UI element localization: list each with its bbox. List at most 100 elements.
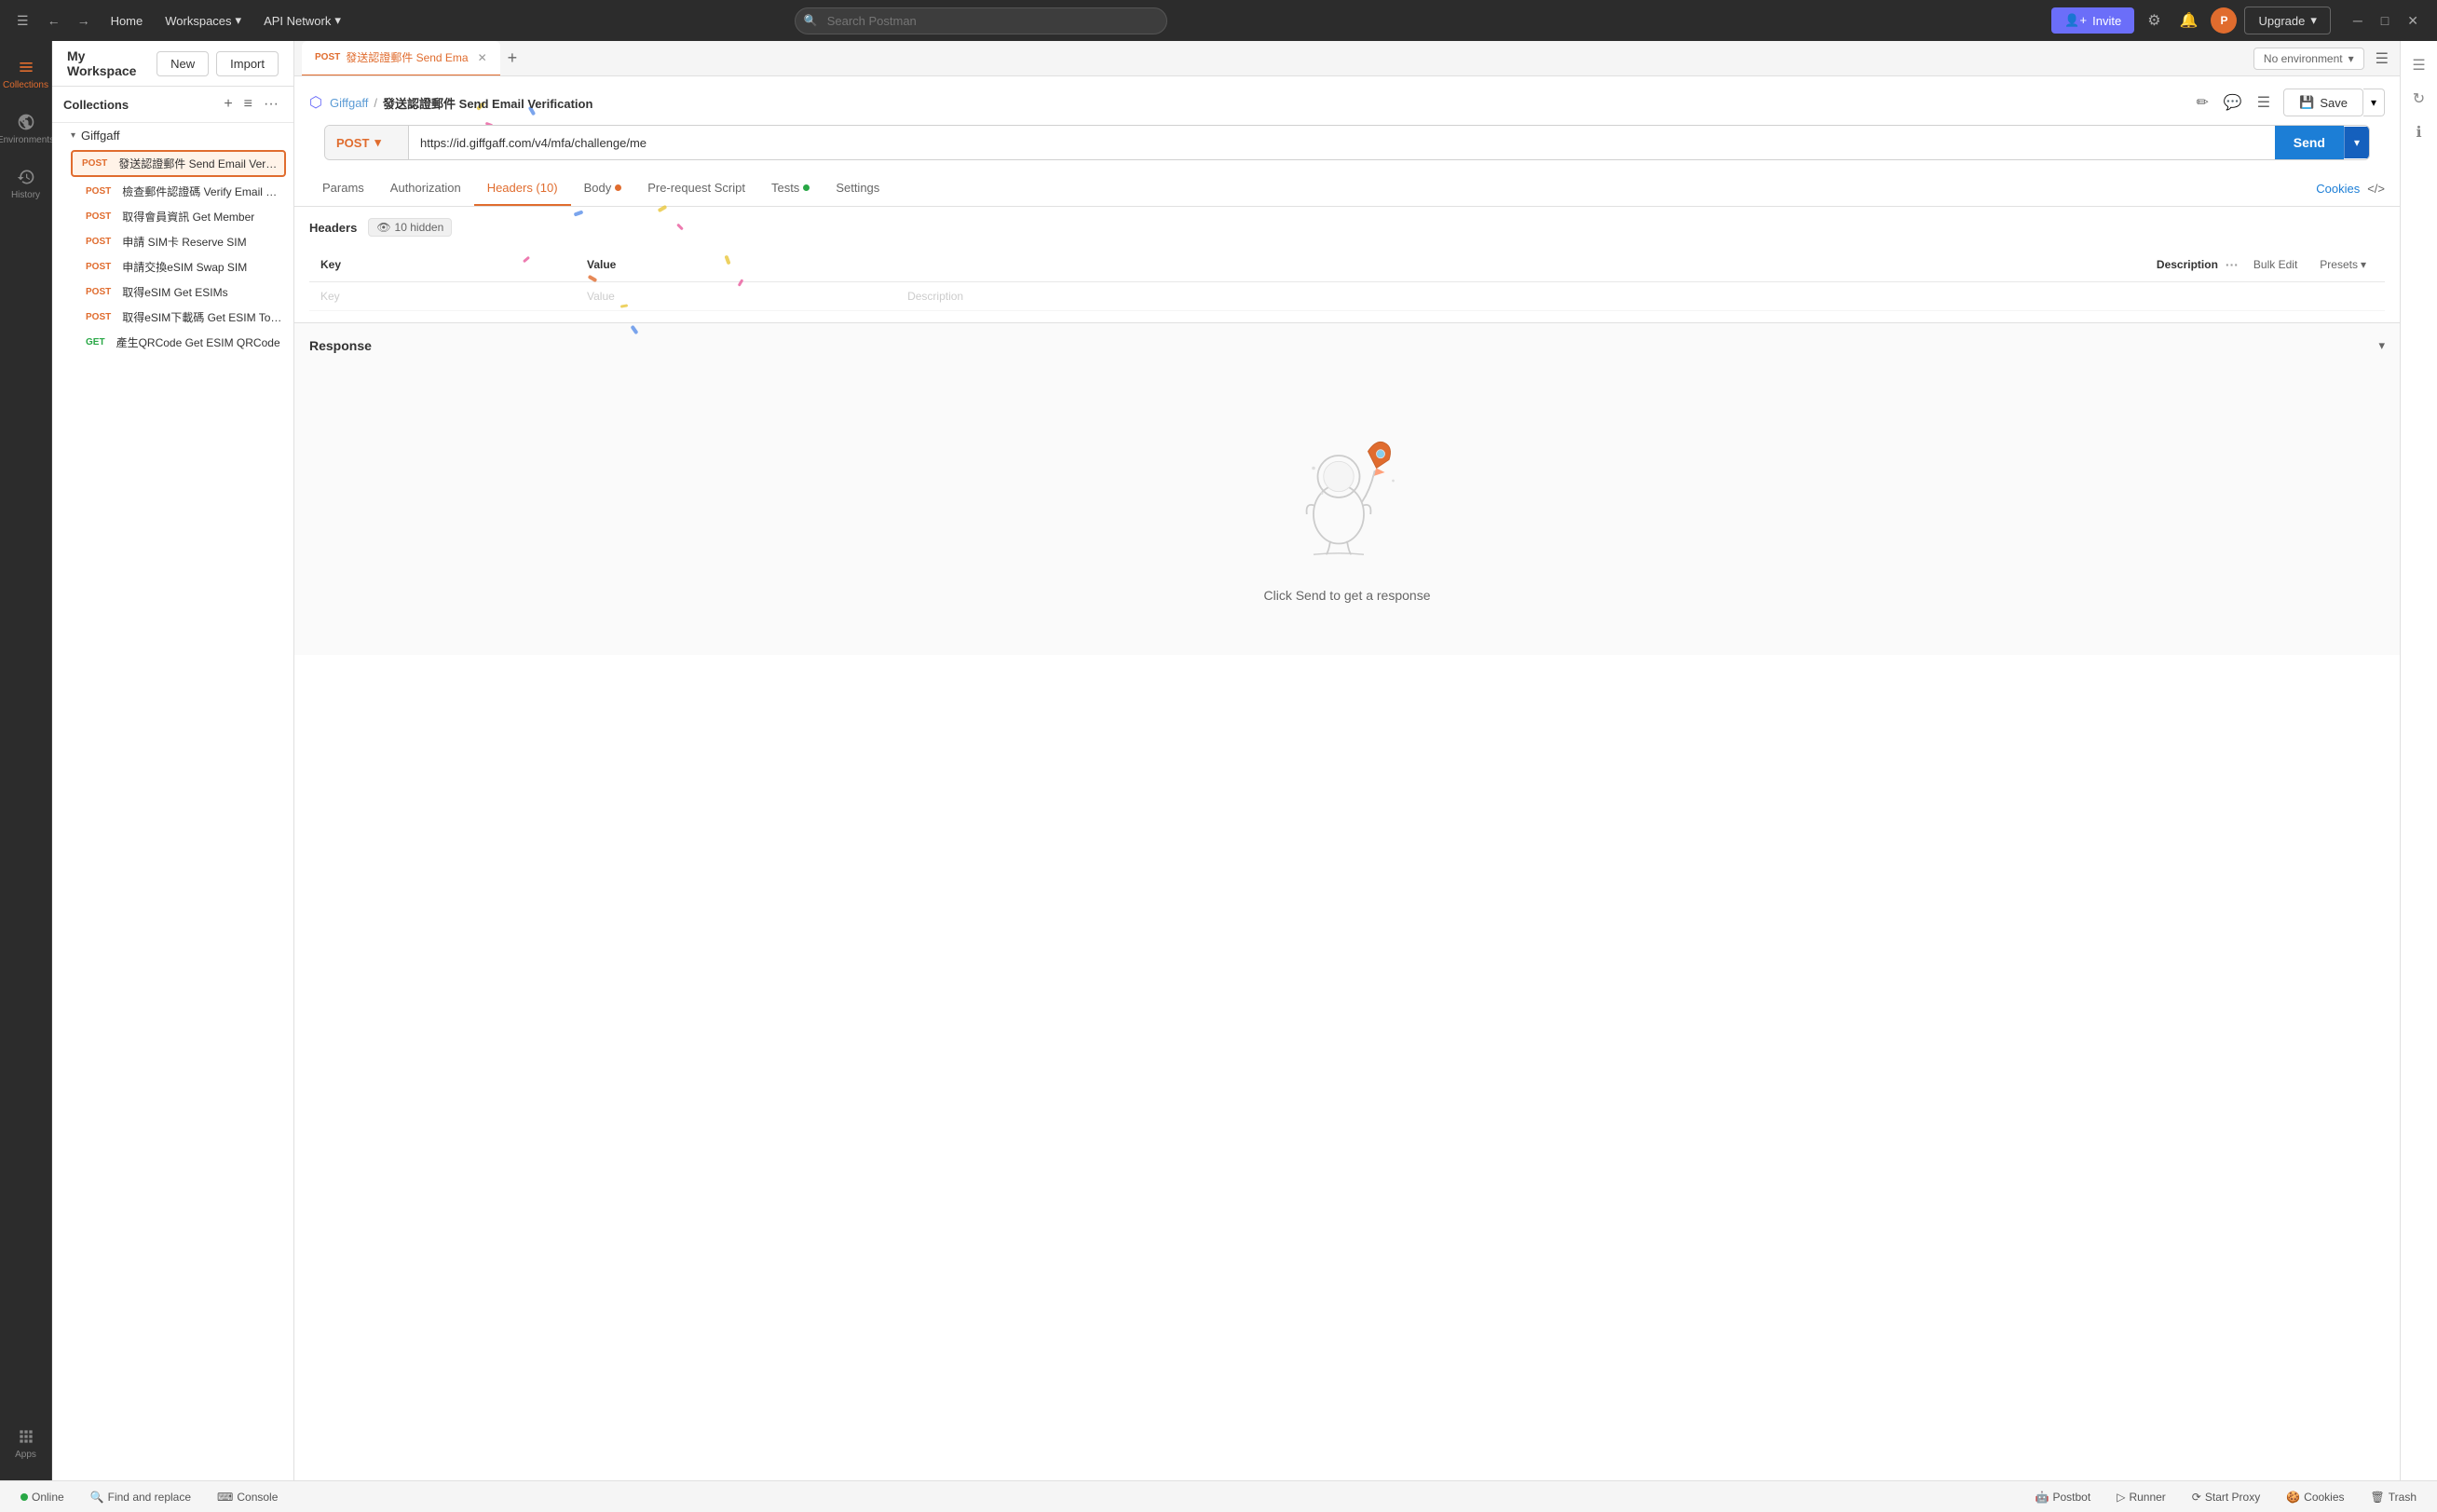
notification-button[interactable]: 🔔 <box>2174 6 2204 35</box>
online-status[interactable]: Online <box>15 1489 70 1505</box>
breadcrumb-area: ⬡ Giffgaff / 發送認證郵件 Send Email Verificat… <box>294 76 2400 125</box>
right-info-button[interactable]: ℹ <box>2408 116 2429 149</box>
tab-params[interactable]: Params <box>309 171 377 206</box>
search-input[interactable] <box>795 7 1167 34</box>
upgrade-button[interactable]: Upgrade ▾ <box>2244 7 2330 34</box>
request-item-4[interactable]: POST 申請交換eSIM Swap SIM <box>52 254 293 279</box>
titlebar: ☰ ← → Home Workspaces ▾ API Network ▾ 👤+… <box>0 0 2437 41</box>
cookies-link[interactable]: Cookies <box>2316 182 2360 196</box>
save-button[interactable]: 💾 Save <box>2283 89 2363 116</box>
tab-pre-request[interactable]: Pre-request Script <box>634 171 758 206</box>
sidebar-item-apps[interactable]: Apps <box>4 1418 48 1469</box>
more-options-icon[interactable]: ··· <box>2226 257 2239 272</box>
tab-tests[interactable]: Tests <box>758 171 823 206</box>
chevron-down-icon: ▾ <box>2310 13 2317 28</box>
sidebar-icons: Collections Environments History Apps <box>0 41 52 1480</box>
body-indicator-dot <box>615 184 621 191</box>
request-item-7[interactable]: GET 產生QRCode Get ESIM QRCode <box>52 330 293 355</box>
bulk-edit-button[interactable]: Bulk Edit <box>2246 255 2305 274</box>
request-item-0[interactable]: POST 發送認證郵件 Send Email Verifi... <box>71 150 286 177</box>
maximize-button[interactable]: □ <box>2374 9 2396 33</box>
url-bar-container: POST ▾ Send ▾ <box>294 125 2400 171</box>
add-tab-button[interactable]: + <box>500 45 525 72</box>
save-button-group: 💾 Save ▾ <box>2283 89 2385 116</box>
request-item-5[interactable]: POST 取得eSIM Get ESIMs <box>52 279 293 305</box>
environment-panel-button[interactable]: ☰ <box>2372 46 2392 72</box>
request-name: 取得會員資訊 Get Member <box>122 209 254 225</box>
import-button[interactable]: Import <box>216 51 279 76</box>
right-panel-toggle-button[interactable]: ☰ <box>2404 48 2432 82</box>
sidebar-item-history[interactable]: History <box>4 158 48 210</box>
request-item-6[interactable]: POST 取得eSIM下載碼 Get ESIM Token <box>52 305 293 330</box>
right-refresh-button[interactable]: ↻ <box>2405 82 2432 116</box>
avatar[interactable]: P <box>2211 7 2237 34</box>
request-name: 檢查郵件認證碼 Verify Email code <box>122 184 282 199</box>
api-network-button[interactable]: API Network ▾ <box>256 9 348 32</box>
environments-icon <box>17 113 35 131</box>
add-collection-button[interactable]: + <box>220 94 236 115</box>
url-input[interactable] <box>409 127 2275 159</box>
hidden-headers-badge[interactable]: 👁 10 hidden <box>368 218 452 237</box>
start-proxy-button[interactable]: ⟳ Start Proxy <box>2186 1489 2266 1505</box>
home-button[interactable]: Home <box>103 10 151 32</box>
tab-method: POST <box>315 52 340 62</box>
save-dropdown-button[interactable]: ▾ <box>2363 89 2385 116</box>
new-button[interactable]: New <box>157 51 209 76</box>
response-header: Response ▾ <box>309 338 2385 353</box>
sidebar-item-environments[interactable]: Environments <box>4 103 48 155</box>
response-chevron-icon[interactable]: ▾ <box>2378 338 2385 353</box>
comment-button[interactable]: 💬 <box>2218 88 2248 117</box>
invite-button[interactable]: 👤+ Invite <box>2051 7 2134 34</box>
runner-button[interactable]: ▷ Runner <box>2111 1489 2172 1505</box>
back-button[interactable]: ← <box>42 9 66 32</box>
cookies-button[interactable]: 🍪 Cookies <box>2280 1489 2349 1505</box>
close-button[interactable]: ✕ <box>2400 9 2426 33</box>
tab-settings[interactable]: Settings <box>823 171 892 206</box>
headers-table-head: Key Value Description ··· Bulk Edit Pres… <box>309 248 2385 282</box>
edit-button[interactable]: ✏ <box>2190 88 2213 117</box>
chevron-down-icon: ▾ <box>71 130 75 141</box>
forward-button[interactable]: → <box>72 9 96 32</box>
sidebar-item-collections[interactable]: Collections <box>4 48 48 100</box>
header-actions: Description ··· Bulk Edit Presets ▾ <box>907 255 2374 274</box>
postbot-button[interactable]: 🤖 Postbot <box>2030 1489 2097 1505</box>
send-dropdown-button[interactable]: ▾ <box>2344 127 2369 158</box>
workspaces-button[interactable]: Workspaces ▾ <box>157 9 249 32</box>
sidebar-right-button[interactable]: ☰ <box>2252 88 2276 117</box>
request-item-2[interactable]: POST 取得會員資訊 Get Member <box>52 204 293 229</box>
settings-button[interactable]: ⚙ <box>2142 6 2166 35</box>
code-icon[interactable]: </> <box>2367 182 2385 196</box>
presets-button[interactable]: Presets ▾ <box>2312 255 2374 274</box>
headers-section: Headers 👁 10 hidden Key Value De <box>294 207 2400 322</box>
minimize-button[interactable]: ─ <box>2346 9 2370 33</box>
description-column-header: Description ··· Bulk Edit Presets ▾ <box>896 248 2385 282</box>
method-badge: POST <box>82 311 115 323</box>
right-panel: ☰ ↻ ℹ <box>2400 41 2437 1480</box>
status-bar-right: 🤖 Postbot ▷ Runner ⟳ Start Proxy 🍪 Cooki… <box>2030 1489 2422 1505</box>
request-item-3[interactable]: POST 申請 SIM卡 Reserve SIM <box>52 229 293 254</box>
sort-collections-button[interactable]: ≡ <box>240 94 256 115</box>
collection-name: Giffgaff <box>81 129 119 143</box>
value-cell: Value <box>576 282 896 311</box>
active-request-tab[interactable]: POST 發送認證郵件 Send Ema ✕ <box>302 41 500 76</box>
chevron-down-icon: ▾ <box>2361 258 2366 271</box>
request-item-1[interactable]: POST 檢查郵件認證碼 Verify Email code <box>52 179 293 204</box>
breadcrumb-collection-link[interactable]: Giffgaff <box>330 96 368 110</box>
cookies-icon: 🍪 <box>2286 1491 2300 1504</box>
method-selector[interactable]: POST ▾ <box>325 126 409 159</box>
more-options-button[interactable]: ··· <box>260 94 282 115</box>
tab-body[interactable]: Body <box>571 171 635 206</box>
collection-giffgaff[interactable]: ▾ Giffgaff <box>52 123 293 148</box>
request-name: 發送認證郵件 Send Email Verifi... <box>118 156 279 171</box>
env-dropdown[interactable]: No environment ▾ <box>2253 48 2364 70</box>
tab-headers[interactable]: Headers (10) <box>474 171 571 206</box>
breadcrumb-actions: ✏ 💬 ☰ <box>2190 88 2276 117</box>
hamburger-menu-button[interactable]: ☰ <box>11 9 34 33</box>
console-button[interactable]: ⌨ Console <box>211 1489 283 1505</box>
find-replace-button[interactable]: 🔍 Find and replace <box>85 1489 197 1505</box>
tab-close-icon[interactable]: ✕ <box>478 51 487 64</box>
send-button[interactable]: Send <box>2275 126 2344 159</box>
tab-authorization[interactable]: Authorization <box>377 171 474 206</box>
trash-button[interactable]: 🗑 Trash <box>2365 1489 2422 1505</box>
postbot-icon: 🤖 <box>2035 1491 2049 1504</box>
